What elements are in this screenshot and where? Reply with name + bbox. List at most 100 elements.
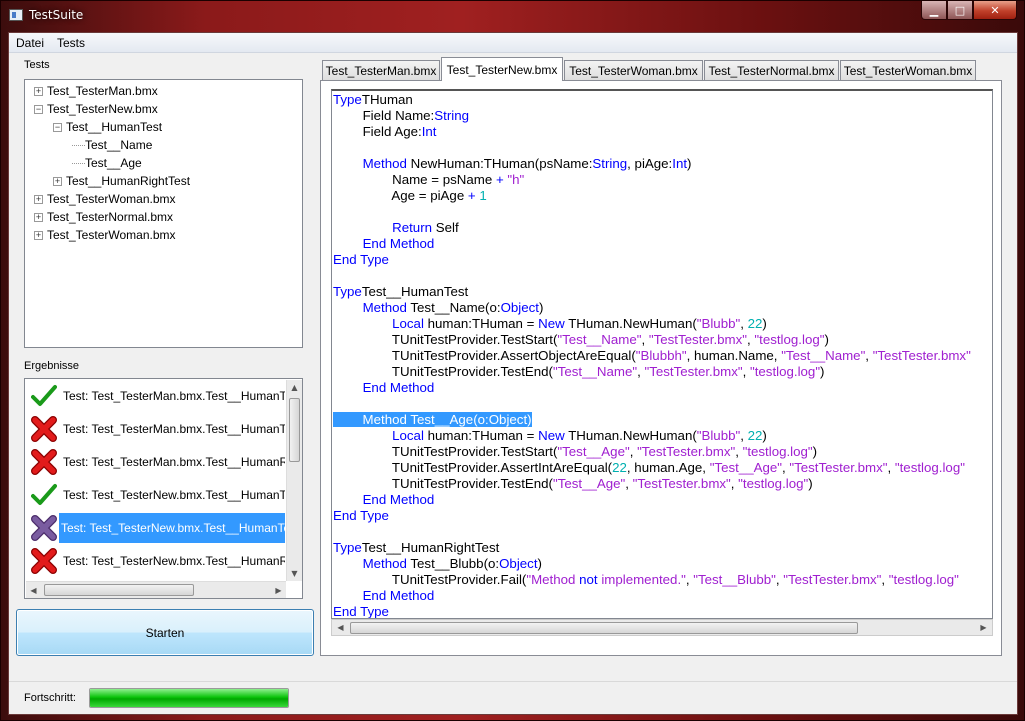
code-line: End Type (333, 252, 389, 267)
tree-item[interactable]: + Test__HumanRightTest (53, 172, 190, 190)
editor-horizontal-scrollbar[interactable]: ◀ ▶ (331, 619, 993, 636)
tree-item-label: Test__HumanTest (66, 120, 163, 134)
tab-file[interactable]: Test_TesterMan.bmx (322, 60, 440, 80)
results-vertical-scrollbar[interactable]: ▲ ▼ (286, 380, 302, 581)
tree-item-label: Test_TesterWoman.bmx (47, 192, 176, 206)
menu-bar: Datei Tests (9, 33, 1017, 53)
code-line: Field Age:Int (362, 124, 437, 139)
tree-item[interactable]: Test__Age (72, 154, 142, 172)
code-line: Method Test__Blubb(o:Object) (362, 556, 542, 571)
tree-item-label: Test__Name (85, 138, 153, 152)
results-scroll-thumb[interactable] (289, 398, 300, 462)
purple-x-icon (31, 514, 57, 541)
tree-item-label: Test_TesterNew.bmx (47, 102, 158, 116)
code-line: End Method (362, 236, 435, 251)
progress-bar (89, 688, 289, 708)
tree-item[interactable]: Test__Name (72, 136, 152, 154)
result-item-label: Test: Test_TesterNew.bmx.Test__HumanTest (59, 512, 285, 543)
code-line: Method Test__Age(o:Object) (333, 412, 532, 427)
tree-item[interactable]: + Test_TesterNormal.bmx (34, 208, 173, 226)
code-line: Local human:THuman = New THuman.NewHuman… (392, 316, 767, 331)
green-check-icon (31, 482, 57, 508)
tree-item[interactable]: + Test_TesterMan.bmx (34, 82, 158, 100)
tree-item[interactable]: − Test_TesterNew.bmx (34, 100, 158, 118)
tree-item[interactable]: − Test__HumanTest (53, 118, 162, 136)
tree-item[interactable]: + Test_TesterWoman.bmx (34, 190, 176, 208)
red-x-icon (31, 547, 57, 574)
tree-connector (72, 162, 85, 164)
tab-file[interactable]: Test_TesterNormal.bmx (704, 60, 839, 80)
code-line: TUnitTestProvider.AssertIntAreEqual(22, … (391, 460, 965, 475)
result-item[interactable]: Test: Test_TesterMan.bmx.Test__HumanTest (29, 379, 285, 412)
tree-item-label: Test_TesterWoman.bmx (47, 228, 176, 242)
tab-file[interactable]: Test_TesterWoman.bmx (840, 60, 976, 80)
app-window: TestSuite ▁ □ ✕ Datei Tests Tests + Test_… (0, 0, 1025, 721)
results-horizontal-scrollbar[interactable]: ◀ ▶ (26, 581, 286, 598)
results-hscroll-thumb[interactable] (44, 584, 194, 596)
progress-label: Fortschritt: (24, 692, 76, 704)
red-x-icon (31, 415, 57, 442)
result-item[interactable]: Test: Test_TesterNew.bmx.Test__HumanTest (29, 478, 285, 511)
menu-tests[interactable]: Tests (57, 36, 85, 50)
result-item-label: Test: Test_TesterMan.bmx.Test__HumanTest (63, 421, 285, 436)
title-bar[interactable]: TestSuite ▁ □ ✕ (1, 1, 1024, 31)
tests-tree[interactable]: + Test_TesterMan.bmx − Test_TesterNew.bmx − T… (24, 79, 303, 348)
window-title: TestSuite (29, 8, 84, 22)
code-line: End Type (333, 604, 389, 619)
expand-icon[interactable]: + (53, 176, 62, 186)
editor-scroll-right-arrow-icon[interactable]: ▶ (976, 620, 991, 635)
minimize-button[interactable]: ▁ (921, 1, 947, 20)
code-line: End Method (362, 380, 435, 395)
expand-icon[interactable]: + (34, 86, 43, 96)
expand-icon[interactable]: + (34, 212, 43, 222)
expand-icon[interactable]: + (34, 230, 43, 240)
result-item[interactable]: Test: Test_TesterMan.bmx.Test__HumanRigh… (29, 445, 285, 478)
scroll-right-arrow-icon[interactable]: ▶ (271, 583, 286, 598)
code-line: Method Test__Name(o:Object) (362, 300, 544, 315)
result-item-label: Test: Test_TesterNew.bmx.Test__HumanTest (63, 487, 285, 502)
result-item[interactable]: Test: Test_TesterNew.bmx.Test__HumanRigh… (29, 544, 285, 577)
code-line: TypeTHuman (333, 92, 413, 107)
code-line: Local human:THuman = New THuman.NewHuman… (392, 428, 767, 443)
collapse-icon[interactable]: − (53, 122, 62, 132)
result-item[interactable]: Test: Test_TesterMan.bmx.Test__HumanTest (29, 412, 285, 445)
client-area: Datei Tests Tests + Test_TesterMan.bmx − Te… (8, 32, 1018, 715)
maximize-button[interactable]: □ (947, 1, 973, 20)
code-line: Field Name:String (362, 108, 469, 123)
tree-item-label: Test__Age (85, 156, 142, 170)
code-line: TUnitTestProvider.TestEnd("Test__Age", "… (391, 476, 813, 491)
close-button[interactable]: ✕ (973, 1, 1017, 20)
scroll-up-arrow-icon[interactable]: ▲ (287, 380, 302, 395)
tests-group-label: Tests (24, 59, 50, 71)
expand-icon[interactable]: + (34, 194, 43, 204)
code-line: TUnitTestProvider.Fail("Method not imple… (391, 572, 959, 587)
code-line: Age = piAge + 1 (391, 188, 487, 203)
results-group-label: Ergebnisse (24, 360, 80, 372)
result-item-label: Test: Test_TesterNew.bmx.Test__HumanRigh… (63, 553, 285, 568)
code-line: Name = psName + "h" (392, 172, 525, 187)
code-line: Method NewHuman:THuman(psName:String, pi… (362, 156, 692, 171)
scroll-left-arrow-icon[interactable]: ◀ (26, 583, 41, 598)
code-line: End Method (362, 588, 435, 603)
code-line: TUnitTestProvider.AssertObjectAreEqual("… (391, 348, 971, 363)
start-button[interactable]: Starten (16, 609, 314, 656)
tree-connector (72, 144, 85, 146)
menu-datei[interactable]: Datei (16, 36, 44, 50)
tree-item-label: Test_TesterNormal.bmx (47, 210, 174, 224)
collapse-icon[interactable]: − (34, 104, 43, 114)
result-item-label: Test: Test_TesterMan.bmx.Test__HumanTest (63, 388, 285, 403)
red-x-icon (31, 448, 57, 475)
tab-file[interactable]: Test_TesterWoman.bmx (564, 60, 703, 80)
result-item[interactable]: Test: Test_TesterNew.bmx.Test__HumanTest (29, 511, 285, 544)
editor-scroll-left-arrow-icon[interactable]: ◀ (333, 620, 348, 635)
tree-item-label: Test_TesterMan.bmx (47, 84, 158, 98)
scroll-down-arrow-icon[interactable]: ▼ (287, 566, 302, 581)
code-line: Return Self (392, 220, 459, 235)
code-line: TypeTest__HumanTest (333, 284, 469, 299)
editor-hscroll-thumb[interactable] (350, 622, 858, 634)
results-list[interactable]: ▲ ▼ ◀ ▶ Test: Test_TesterMan.bmx.Test__H… (24, 378, 303, 599)
tab-file[interactable]: Test_TesterNew.bmx (441, 57, 563, 81)
tree-item[interactable]: + Test_TesterWoman.bmx (34, 226, 176, 244)
tree-item-label: Test__HumanRightTest (66, 174, 191, 188)
code-editor[interactable]: TypeTHuman Field Name:String Field Age:I… (331, 89, 993, 619)
